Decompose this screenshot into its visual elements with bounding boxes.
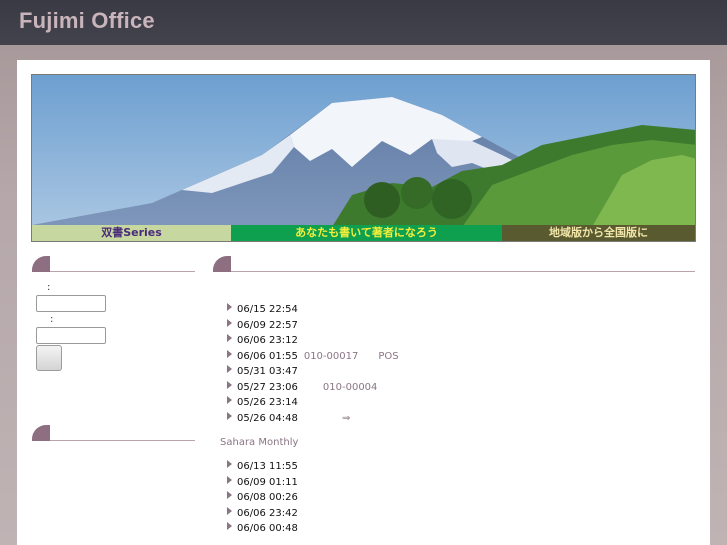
item-timestamp: 06/13 11:55 [237, 461, 298, 472]
heading-tab-icon [32, 256, 50, 272]
item-tag[interactable]: POS [378, 351, 398, 362]
list-item[interactable]: 05/26 04:48 ⇒ [225, 411, 399, 427]
item-timestamp: 06/15 22:54 [237, 304, 298, 315]
triangle-bullet-icon [227, 396, 232, 404]
banner-region-label[interactable]: 地域版から全国版に [502, 225, 695, 241]
login-button[interactable] [36, 345, 62, 371]
triangle-bullet-icon [227, 349, 232, 358]
triangle-bullet-icon [227, 491, 232, 499]
news-list: 06/15 22:54 06/09 22:57 06/06 23:12 06/06 0… [225, 302, 399, 426]
list-item[interactable]: 06/15 22:54 [225, 302, 399, 318]
login-id-field[interactable] [36, 295, 106, 312]
heading-tab-icon [32, 425, 50, 441]
banner-image[interactable]: 双書Series あなたも書いて著者になろう 地域版から全国版に [31, 74, 696, 242]
triangle-bullet-icon [227, 380, 232, 389]
site-header: Fujimi Office [0, 0, 727, 45]
item-timestamp: 05/31 03:47 [237, 366, 298, 377]
triangle-bullet-icon [227, 303, 232, 311]
list-item[interactable]: 06/13 11:55 [225, 459, 298, 475]
item-timestamp: 05/26 23:14 [237, 397, 298, 408]
list-item[interactable]: 06/08 00:26 [225, 490, 298, 506]
list-item[interactable]: 05/31 03:47 [225, 364, 399, 380]
list-item[interactable]: 06/06 23:42 [225, 506, 298, 522]
mount-fuji-photo [32, 75, 695, 227]
page-content: 双書Series あなたも書いて著者になろう 地域版から全国版に : : 06/… [17, 60, 710, 545]
banner-strip: 双書Series あなたも書いて著者になろう 地域版から全国版に [32, 225, 695, 241]
item-timestamp: 05/26 04:48 [237, 412, 298, 424]
list-item[interactable]: 06/09 22:57 [225, 318, 399, 334]
login-label-2: : [50, 314, 54, 325]
list-item[interactable]: 05/26 23:14 [225, 395, 399, 411]
item-code[interactable]: 010-00004 [304, 382, 378, 393]
list-item[interactable]: 06/06 01:55 010-00017 POS [225, 349, 399, 365]
banner-author-label[interactable]: あなたも書いて著者になろう [231, 225, 502, 241]
list-item[interactable]: 06/06 00:48 [225, 521, 298, 537]
triangle-bullet-icon [227, 334, 232, 342]
triangle-bullet-icon [227, 506, 232, 515]
site-title[interactable]: Fujimi Office [19, 8, 155, 34]
list-item[interactable]: 06/06 23:12 [225, 333, 399, 349]
item-timestamp: 06/08 00:26 [237, 492, 298, 503]
item-timestamp: 06/09 01:11 [237, 476, 298, 488]
login-label-1: : [47, 282, 51, 293]
item-timestamp: 06/06 23:12 [237, 335, 298, 346]
main-news-heading [213, 256, 695, 272]
item-timestamp: 05/27 23:06 [237, 381, 298, 393]
triangle-bullet-icon [227, 475, 232, 484]
item-timestamp: 06/06 23:42 [237, 507, 298, 519]
triangle-bullet-icon [227, 411, 232, 420]
triangle-bullet-icon [227, 365, 232, 373]
item-code[interactable]: 010-00017 [304, 351, 359, 362]
banner-series-label[interactable]: 双書Series [32, 225, 231, 241]
sidebar-second-heading [32, 425, 195, 441]
triangle-bullet-icon [227, 318, 232, 327]
item-timestamp: 06/06 00:48 [237, 523, 298, 534]
item-code[interactable]: ⇒ [304, 413, 350, 424]
triangle-bullet-icon [227, 522, 232, 530]
item-timestamp: 06/06 01:55 [237, 350, 298, 362]
magazine-list: 06/13 11:55 06/09 01:11 06/08 00:26 06/06 2… [225, 459, 298, 537]
login-password-field[interactable] [36, 327, 106, 344]
list-item[interactable]: 05/27 23:06 010-00004 [225, 380, 399, 396]
magazine-link[interactable]: Sahara Monthly [220, 437, 298, 448]
list-item[interactable]: 06/09 01:11 [225, 475, 298, 491]
heading-tab-icon [213, 256, 231, 272]
triangle-bullet-icon [227, 460, 232, 468]
item-timestamp: 06/09 22:57 [237, 319, 298, 331]
sidebar-login-heading [32, 256, 195, 272]
